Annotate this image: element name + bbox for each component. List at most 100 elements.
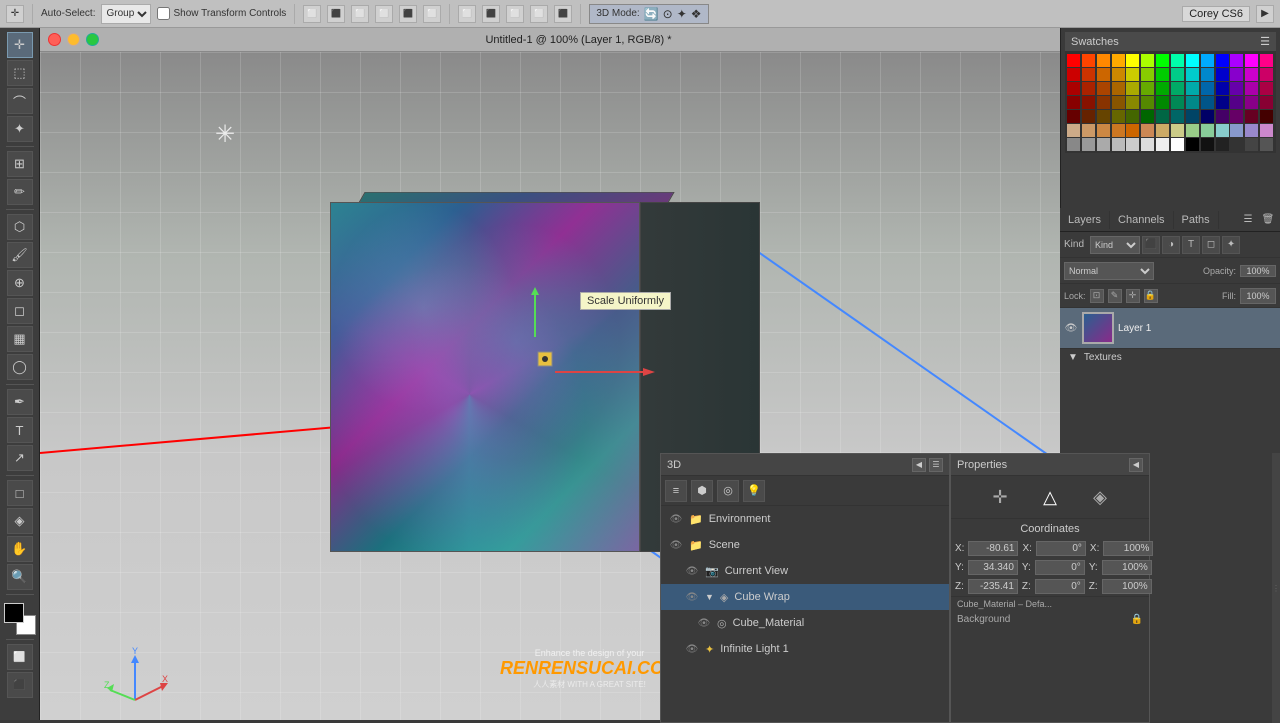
lock-pixels-icon[interactable]: ✎ xyxy=(1108,289,1122,303)
swatch-item[interactable] xyxy=(1126,54,1139,67)
swatch-item[interactable] xyxy=(1260,138,1273,151)
align-middle-icon[interactable]: ⬛ xyxy=(399,5,417,23)
layer-visibility-icon[interactable]: 👁 xyxy=(1064,321,1078,335)
swatch-item[interactable] xyxy=(1097,54,1110,67)
swatch-item[interactable] xyxy=(1216,138,1229,151)
swatch-item[interactable] xyxy=(1082,68,1095,81)
transform-controls-checkbox[interactable] xyxy=(157,7,170,20)
3d-light-icon[interactable]: 💡 xyxy=(743,480,765,502)
swatch-item[interactable] xyxy=(1097,138,1110,151)
3d-scene-icon[interactable]: ≡ xyxy=(665,480,687,502)
swatch-item[interactable] xyxy=(1097,82,1110,95)
swatch-item[interactable] xyxy=(1171,82,1184,95)
3d-material-icon[interactable]: ◎ xyxy=(717,480,739,502)
eye-icon-current-view[interactable]: 👁 xyxy=(685,564,699,578)
swatch-item[interactable] xyxy=(1245,82,1258,95)
swatch-item[interactable] xyxy=(1216,110,1229,123)
z-scale-input[interactable] xyxy=(1102,579,1152,594)
swatch-item[interactable] xyxy=(1097,110,1110,123)
swatch-item[interactable] xyxy=(1230,138,1243,151)
x-scale-input[interactable] xyxy=(1103,541,1153,556)
magic-wand-tool[interactable]: ✦ xyxy=(7,116,33,142)
swatch-item[interactable] xyxy=(1260,96,1273,109)
swatch-item[interactable] xyxy=(1126,68,1139,81)
swatch-item[interactable] xyxy=(1082,138,1095,151)
3d-tool[interactable]: ◈ xyxy=(7,508,33,534)
swatch-item[interactable] xyxy=(1201,138,1214,151)
swatch-item[interactable] xyxy=(1082,110,1095,123)
props-move-icon[interactable]: ✛ xyxy=(985,482,1015,512)
3d-mesh-icon[interactable]: ⬢ xyxy=(691,480,713,502)
kind-dropdown[interactable]: Kind xyxy=(1090,236,1140,254)
z-rot-input[interactable] xyxy=(1035,579,1085,594)
tab-channels[interactable]: Channels xyxy=(1110,211,1173,229)
swatch-item[interactable] xyxy=(1186,82,1199,95)
align-top-icon[interactable]: ⬜ xyxy=(375,5,393,23)
swatch-item[interactable] xyxy=(1126,96,1139,109)
swatch-item[interactable] xyxy=(1156,54,1169,67)
swatch-item[interactable] xyxy=(1112,124,1125,137)
textures-expand-icon[interactable]: ▼ xyxy=(1068,352,1078,363)
swatch-item[interactable] xyxy=(1245,110,1258,123)
swatches-menu-icon[interactable]: ☰ xyxy=(1260,35,1270,48)
swatch-item[interactable] xyxy=(1171,96,1184,109)
auto-select-dropdown[interactable]: Group xyxy=(101,4,151,24)
rect-tool[interactable]: □ xyxy=(7,480,33,506)
y-pos-input[interactable] xyxy=(968,560,1018,575)
swatch-item[interactable] xyxy=(1082,124,1095,137)
eye-icon-cube-wrap[interactable]: 👁 xyxy=(685,590,699,604)
swatch-item[interactable] xyxy=(1156,68,1169,81)
swatch-item[interactable] xyxy=(1171,124,1184,137)
opacity-input[interactable] xyxy=(1240,265,1276,277)
swatch-item[interactable] xyxy=(1067,124,1080,137)
swatch-item[interactable] xyxy=(1112,82,1125,95)
swatch-item[interactable] xyxy=(1230,82,1243,95)
swatch-item[interactable] xyxy=(1186,68,1199,81)
swatch-item[interactable] xyxy=(1112,96,1125,109)
swatch-item[interactable] xyxy=(1112,138,1125,151)
props-rotate-icon[interactable]: △ xyxy=(1035,482,1065,512)
layers-panel-trash-icon[interactable]: 🗑 xyxy=(1260,212,1276,228)
clone-tool[interactable]: ⊕ xyxy=(7,270,33,296)
scene-item-scene[interactable]: 👁 📁 Scene xyxy=(661,532,949,558)
scene-item-cube-material[interactable]: 👁 ◎ Cube_Material xyxy=(661,610,949,636)
swatch-item[interactable] xyxy=(1067,138,1080,151)
swatch-item[interactable] xyxy=(1216,82,1229,95)
expand-icon-cube-wrap[interactable]: ▼ xyxy=(705,592,714,602)
blend-mode-select[interactable]: Normal xyxy=(1064,262,1154,280)
swatch-item[interactable] xyxy=(1171,68,1184,81)
kind-pixel-icon[interactable]: ⬛ xyxy=(1142,236,1160,254)
quick-mask-tool[interactable]: ⬜ xyxy=(7,644,33,670)
scene-item-environment[interactable]: 👁 📁 Environment xyxy=(661,506,949,532)
close-button[interactable] xyxy=(48,33,61,46)
distribute-v-icon[interactable]: ⬛ xyxy=(482,5,500,23)
swatch-item[interactable] xyxy=(1260,82,1273,95)
foreground-color-swatch[interactable] xyxy=(4,603,24,623)
align-center-icon[interactable]: ⬛ xyxy=(327,5,345,23)
swatch-item[interactable] xyxy=(1245,96,1258,109)
swatch-item[interactable] xyxy=(1230,110,1243,123)
swatch-item[interactable] xyxy=(1186,110,1199,123)
pen-tool[interactable]: ✒ xyxy=(7,389,33,415)
eye-icon-infinite-light[interactable]: 👁 xyxy=(685,642,699,656)
swatch-item[interactable] xyxy=(1141,82,1154,95)
expand-icon[interactable]: ▶ xyxy=(1256,5,1274,23)
swatch-item[interactable] xyxy=(1201,54,1214,67)
move-tool[interactable]: ✛ xyxy=(7,32,33,58)
swatch-item[interactable] xyxy=(1245,68,1258,81)
minimize-button[interactable] xyxy=(67,33,80,46)
scene-item-infinite-light[interactable]: 👁 ✦ Infinite Light 1 xyxy=(661,636,949,662)
scene-item-cube-wrap[interactable]: 👁 ▼ ◈ Cube Wrap xyxy=(661,584,949,610)
distribute-5-icon[interactable]: ⬛ xyxy=(554,5,572,23)
swatch-item[interactable] xyxy=(1171,110,1184,123)
align-bottom-icon[interactable]: ⬜ xyxy=(423,5,441,23)
swatch-item[interactable] xyxy=(1230,54,1243,67)
swatch-item[interactable] xyxy=(1216,96,1229,109)
x-rot-input[interactable] xyxy=(1036,541,1086,556)
swatch-item[interactable] xyxy=(1126,110,1139,123)
transform-handle-center[interactable] xyxy=(535,349,555,372)
patch-tool[interactable]: ⬡ xyxy=(7,214,33,240)
swatch-item[interactable] xyxy=(1126,124,1139,137)
3d-mode-button[interactable]: 3D Mode: 🔄 ⊙ ✦ ❖ xyxy=(589,4,708,24)
swatch-item[interactable] xyxy=(1216,124,1229,137)
